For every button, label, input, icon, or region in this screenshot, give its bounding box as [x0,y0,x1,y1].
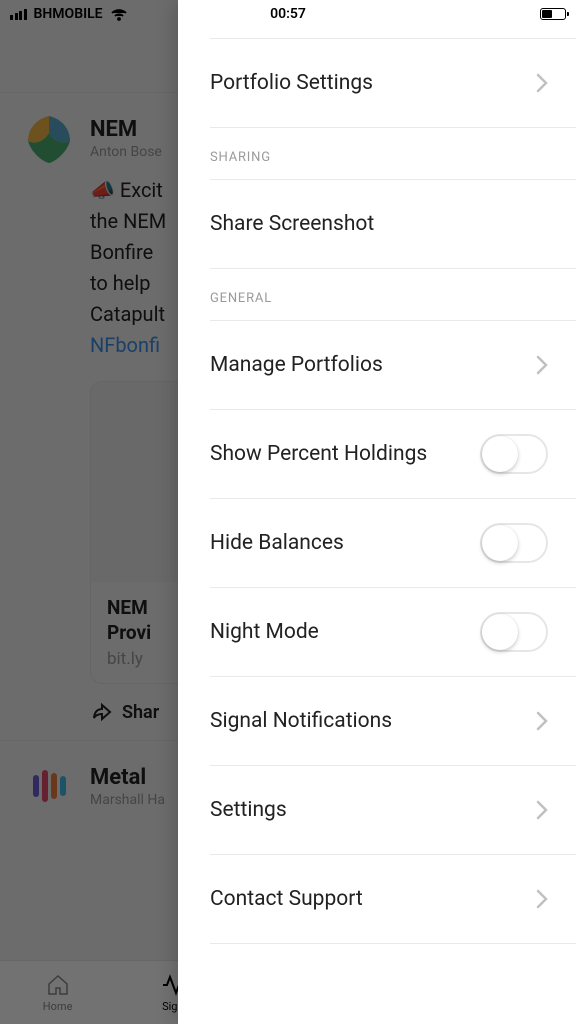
section-header-sharing: SHARING [178,128,576,179]
hide-balances-toggle[interactable] [480,523,548,563]
cellular-signal-icon [10,9,27,20]
manage-portfolios-row[interactable]: Manage Portfolios [178,321,576,409]
night-mode-label: Night Mode [210,620,319,644]
chevron-right-icon [536,800,548,820]
hide-balances-label: Hide Balances [210,531,344,555]
contact-support-row[interactable]: Contact Support [178,855,576,943]
share-screenshot-row[interactable]: Share Screenshot [178,180,576,268]
battery-icon [540,8,566,20]
night-mode-row: Night Mode [178,588,576,676]
night-mode-toggle[interactable] [480,612,548,652]
contact-support-label: Contact Support [210,887,363,911]
manage-portfolios-label: Manage Portfolios [210,353,383,377]
show-percent-holdings-toggle[interactable] [480,434,548,474]
show-percent-holdings-label: Show Percent Holdings [210,442,427,466]
chevron-right-icon [536,355,548,375]
wifi-icon [110,8,128,21]
signal-notifications-row[interactable]: Signal Notifications [178,677,576,765]
settings-side-panel: Portfolio Settings SHARING Share Screens… [178,0,576,1024]
settings-row[interactable]: Settings [178,766,576,854]
status-bar: BHMOBILE 00:57 [0,0,576,28]
settings-label: Settings [210,798,287,822]
share-screenshot-label: Share Screenshot [210,212,374,236]
status-time: 00:57 [270,6,306,22]
portfolio-settings-row[interactable]: Portfolio Settings [178,39,576,127]
chevron-right-icon [536,73,548,93]
carrier-name: BHMOBILE [34,6,103,22]
signal-notifications-label: Signal Notifications [210,709,392,733]
show-percent-holdings-row: Show Percent Holdings [178,410,576,498]
hide-balances-row: Hide Balances [178,499,576,587]
section-header-general: GENERAL [178,269,576,320]
chevron-right-icon [536,711,548,731]
chevron-right-icon [536,889,548,909]
portfolio-settings-label: Portfolio Settings [210,71,373,95]
